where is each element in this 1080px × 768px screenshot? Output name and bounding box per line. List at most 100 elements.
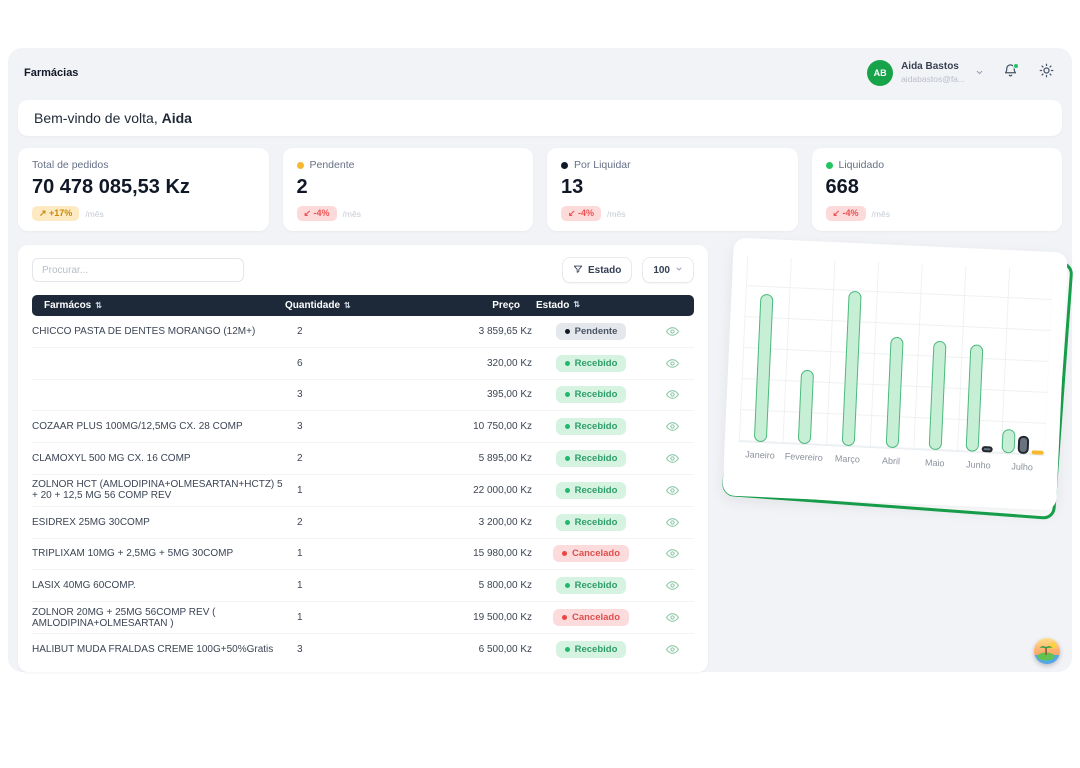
bar-label: Abril <box>869 455 913 467</box>
table-row[interactable]: TRIPLIXAM 10MG + 2,5MG + 5MG 30COMP 1 15… <box>32 539 694 571</box>
table-header: Farmácos⇅ Quantidade⇅ Preço Estado⇅ <box>32 295 694 316</box>
view-eye-icon[interactable] <box>666 388 679 401</box>
status-badge: Recebido <box>556 355 627 372</box>
user-email: aidabastos@fa... <box>901 74 965 85</box>
table-controls: Estado 100 <box>32 257 694 283</box>
bar-label: Maio <box>913 457 957 469</box>
table-row[interactable]: ZOLNOR 20MG + 25MG 56COMP REV ( AMLODIPI… <box>32 602 694 634</box>
row-name: ESIDREX 25MG 30COMP <box>32 517 297 528</box>
status-dot <box>562 551 567 556</box>
bar-label: Janeiro <box>738 449 782 461</box>
stat-label: Por Liquidar <box>574 159 631 171</box>
row-qty: 1 <box>297 612 427 623</box>
island-fab-button[interactable] <box>1034 638 1060 664</box>
status-dot <box>565 647 570 652</box>
table-row[interactable]: ESIDREX 25MG 30COMP 2 3 200,00 Kz Recebi… <box>32 507 694 539</box>
view-eye-icon[interactable] <box>666 420 679 433</box>
stat-period: /mês <box>85 209 103 219</box>
bar-label: Julho <box>1000 461 1044 473</box>
view-eye-icon[interactable] <box>666 547 679 560</box>
orders-table-card: Estado 100 Farmácos ⇅ Quantidade ⇅ Preço E… <box>18 245 708 672</box>
bar-liquidado <box>1002 429 1016 454</box>
theme-toggle-button[interactable] <box>1036 63 1056 83</box>
bar-liquidado <box>966 344 984 452</box>
notifications-button[interactable] <box>1000 63 1020 83</box>
stat-trend-2: ↙ -4% <box>561 206 601 221</box>
table-row[interactable]: ZOLNOR HCT (AMLODIPINA+OLMESARTAN+HCTZ) … <box>32 475 694 507</box>
table-row[interactable]: COZAAR PLUS 100MG/12,5MG CX. 28 COMP 3 1… <box>32 411 694 443</box>
stat-card-total: Total de pedidos 70 478 085,53 Kz ↗ +17%… <box>18 148 269 231</box>
user-name: Aida Bastos <box>901 61 965 74</box>
col-preco: Preço <box>492 300 520 311</box>
bar-liquidado <box>798 370 814 445</box>
row-qty: 1 <box>297 580 427 591</box>
row-qty: 3 <box>297 421 427 432</box>
status-label: Recebido <box>575 644 618 655</box>
col-estado[interactable]: Estado <box>536 300 569 311</box>
status-badge: Pendente <box>556 323 627 340</box>
monthly-chart: JaneiroFevereiroMarçoAbrilMaioJunhoJulho <box>728 245 1062 503</box>
row-name: TRIPLIXAM 10MG + 2,5MG + 5MG 30COMP <box>32 548 297 559</box>
status-badge: Recebido <box>556 514 627 531</box>
status-label: Pendente <box>575 326 618 337</box>
table-row[interactable]: 6 320,00 Kz Recebido <box>32 348 694 380</box>
welcome-text: Bem-vindo de volta, <box>34 110 162 126</box>
row-name: ZOLNOR 20MG + 25MG 56COMP REV ( AMLODIPI… <box>32 607 297 629</box>
sort-icon: ⇅ <box>573 300 580 311</box>
row-qty: 2 <box>297 517 427 528</box>
bar-pendente <box>1032 451 1044 455</box>
sort-icon: ⇅ <box>344 301 351 310</box>
status-badge: Recebido <box>556 450 627 467</box>
row-name: LASIX 40MG 60COMP. <box>32 580 297 591</box>
chevron-down-icon <box>975 64 984 82</box>
stat-period: /mês <box>343 209 361 219</box>
row-qty: 6 <box>297 358 427 369</box>
stat-label: Pendente <box>310 159 355 171</box>
view-eye-icon[interactable] <box>666 516 679 529</box>
row-name: CHICCO PASTA DE DENTES MORANGO (12M+) <box>32 326 297 337</box>
view-eye-icon[interactable] <box>666 484 679 497</box>
stat-cards: Total de pedidos 70 478 085,53 Kz ↗ +17%… <box>18 148 1062 231</box>
chart-plot <box>739 256 1053 456</box>
status-dot <box>565 583 570 588</box>
bar-label: Fevereiro <box>782 451 826 463</box>
row-price: 3 200,00 Kz <box>427 517 532 528</box>
table-row[interactable]: LASIX 40MG 60COMP. 1 5 800,00 Kz Recebid… <box>32 570 694 602</box>
breadcrumb: Farmácias <box>24 67 78 79</box>
view-eye-icon[interactable] <box>666 579 679 592</box>
table-row[interactable]: 3 395,00 Kz Recebido <box>32 380 694 412</box>
stat-trend-1: ↙ -4% <box>297 206 337 221</box>
view-eye-icon[interactable] <box>666 452 679 465</box>
row-qty: 3 <box>297 644 427 655</box>
status-label: Cancelado <box>572 612 620 623</box>
col-quantidade[interactable]: Quantidade <box>285 300 340 311</box>
row-price: 5 895,00 Kz <box>427 453 532 464</box>
bar-label: Junho <box>956 459 1000 471</box>
stat-dot-1 <box>297 162 304 169</box>
stat-label: Liquidado <box>839 159 885 171</box>
stat-value: 13 <box>561 176 784 199</box>
view-eye-icon[interactable] <box>666 357 679 370</box>
table-row[interactable]: CLAMOXYL 500 MG CX. 16 COMP 2 5 895,00 K… <box>32 443 694 475</box>
user-menu[interactable]: AB Aida Bastos aidabastos@fa... <box>867 60 984 86</box>
status-badge: Recebido <box>556 577 627 594</box>
top-bar: Farmácias AB Aida Bastos aidabastos@fa..… <box>8 48 1072 98</box>
status-dot <box>565 392 570 397</box>
stat-value: 2 <box>297 176 520 199</box>
search-input[interactable] <box>32 258 244 282</box>
estado-filter-button[interactable]: Estado <box>562 257 632 283</box>
view-eye-icon[interactable] <box>666 643 679 656</box>
table-row[interactable]: HALIBUT MUDA FRALDAS CREME 100G+50%Grati… <box>32 634 694 666</box>
stat-card-pendente: Pendente 2 ↙ -4% /mês <box>283 148 534 231</box>
view-eye-icon[interactable] <box>666 325 679 338</box>
row-price: 3 859,65 Kz <box>427 326 532 337</box>
status-dot <box>565 520 570 525</box>
avatar: AB <box>867 60 893 86</box>
table-row[interactable]: CHICCO PASTA DE DENTES MORANGO (12M+) 2 … <box>32 316 694 348</box>
view-eye-icon[interactable] <box>666 611 679 624</box>
page-size-select[interactable]: 100 <box>642 257 694 283</box>
row-qty: 1 <box>297 485 427 496</box>
table-body: CHICCO PASTA DE DENTES MORANGO (12M+) 2 … <box>32 316 694 666</box>
col-farmacos[interactable]: Farmácos <box>44 300 91 311</box>
status-badge: Recebido <box>556 641 627 658</box>
